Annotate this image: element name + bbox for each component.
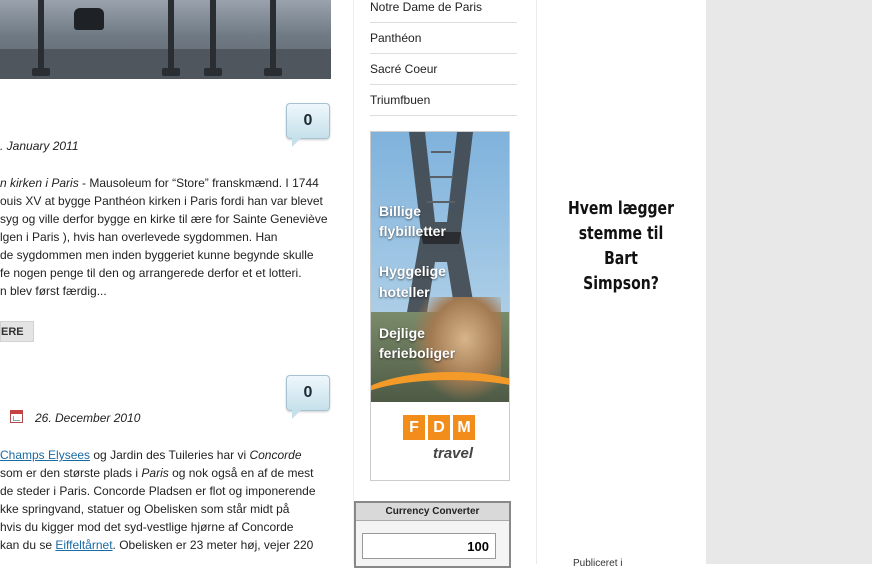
champs-elysees-link[interactable]: Champs Elysees xyxy=(0,448,90,462)
excerpt-line: de steder i Paris. Concorde Pladsen er f… xyxy=(0,484,316,498)
promo-line: Simpson? xyxy=(583,273,659,294)
excerpt-italic: Paris xyxy=(141,466,169,480)
comment-count-badge[interactable]: 0 xyxy=(286,375,330,419)
fdm-letter: F xyxy=(403,415,425,440)
excerpt-text: . Obelisken er 23 meter høj, vejer 220 xyxy=(112,538,314,552)
ad-line: Billige xyxy=(379,203,422,219)
excerpt-text: som er den største plads i xyxy=(0,466,142,480)
excerpt-line: lgen i Paris ), hvis han overlevede sygd… xyxy=(0,230,278,244)
post-date: . January 2011 xyxy=(0,139,79,153)
photo-lamppost xyxy=(162,0,180,76)
bart-simpson-promo[interactable]: Hvem lægger stemme til Bart Simpson? xyxy=(563,196,678,296)
comment-count: 0 xyxy=(303,112,313,129)
photo-car xyxy=(74,8,104,30)
page-background xyxy=(706,0,872,564)
photo-lamppost xyxy=(32,0,50,76)
excerpt-line: syg og ville derfor bygge en kirke til æ… xyxy=(0,212,328,226)
excerpt-line: Champs Elysees og Jardin des Tuileries h… xyxy=(0,446,330,464)
sidebar-link-notre-dame[interactable]: Notre Dame de Paris xyxy=(370,0,517,23)
sidebar-link-list: Notre Dame de Paris Panthéon Sacré Coeur… xyxy=(370,0,517,116)
post-excerpt: Champs Elysees og Jardin des Tuileries h… xyxy=(0,446,330,554)
eiffeltarnet-link[interactable]: Eiffeltårnet xyxy=(55,538,112,552)
ad-line: Dejlige xyxy=(379,325,425,341)
sidebar-link-sacre-coeur[interactable]: Sacré Coeur xyxy=(370,54,517,85)
excerpt-line: de sygdommen men inden byggeriet kunne b… xyxy=(0,248,314,262)
sidebar: Notre Dame de Paris Panthéon Sacré Coeur… xyxy=(353,0,537,568)
ad-line: hoteller xyxy=(379,284,430,300)
post-date: 26. December 2010 xyxy=(35,411,141,425)
excerpt-text: kan du se xyxy=(0,538,56,552)
excerpt-text: og nok også en af de mest xyxy=(168,466,314,480)
excerpt-line: n kirken i Paris - Mausoleum for “Store”… xyxy=(0,174,330,192)
read-more-button[interactable]: ERE xyxy=(0,321,34,342)
comment-count: 0 xyxy=(303,384,313,401)
currency-converter: Currency Converter xyxy=(354,501,511,568)
fdm-logo: F D M xyxy=(403,415,475,440)
calendar-icon xyxy=(10,410,23,423)
fdm-letter: D xyxy=(428,415,450,440)
fdm-letter: M xyxy=(453,415,475,440)
post-photo[interactable] xyxy=(0,0,331,79)
promo-line: Bart xyxy=(604,248,638,269)
excerpt-line: fe nogen penge til den og arrangerede de… xyxy=(0,266,302,280)
excerpt-line: hvis du kigger mod det syd-vestlige hjør… xyxy=(0,520,294,534)
main-column: 0 . January 2011 n kirken i Paris - Maus… xyxy=(0,0,340,564)
excerpt-line: ouis XV at bygge Panthéon kirken i Paris… xyxy=(0,194,323,208)
excerpt-line: som er den største plads i Paris og nok … xyxy=(0,464,330,482)
currency-converter-title: Currency Converter xyxy=(356,503,509,521)
excerpt-italic: Concorde xyxy=(249,448,302,462)
excerpt-line: kke springvand, statuer og Obelisken som… xyxy=(0,502,290,516)
excerpt-italic: n kirken i Paris xyxy=(0,176,79,190)
sidebar-link-triumfbuen[interactable]: Triumfbuen xyxy=(370,85,517,116)
fdm-travel-label: travel xyxy=(433,445,474,462)
excerpt-line: n blev først færdig... xyxy=(0,284,107,298)
photo-lamppost xyxy=(204,0,222,76)
promo-line: stemme til xyxy=(578,223,664,244)
currency-amount-input[interactable] xyxy=(362,533,496,559)
excerpt-text: og Jardin des Tuileries har vi xyxy=(90,448,250,462)
photo-lamppost xyxy=(264,0,282,76)
ad-line: Hyggelige xyxy=(379,263,446,279)
fdm-travel-ad[interactable]: Billige flybilletter Hyggelige hoteller … xyxy=(370,131,510,481)
excerpt-text: - Mausoleum for “Store” franskmænd. I 17… xyxy=(78,176,319,190)
comment-count-badge[interactable]: 0 xyxy=(286,103,330,147)
ad-line: flybilletter xyxy=(379,223,446,239)
promo-line: Hvem lægger xyxy=(567,198,675,219)
excerpt-line: kan du se Eiffeltårnet. Obelisken er 23 … xyxy=(0,536,330,554)
post-excerpt: n kirken i Paris - Mausoleum for “Store”… xyxy=(0,174,330,300)
ad-line: ferieboliger xyxy=(379,345,456,361)
right-column: Hvem lægger stemme til Bart Simpson? Pub… xyxy=(537,0,705,569)
sidebar-link-pantheon[interactable]: Panthéon xyxy=(370,23,517,54)
